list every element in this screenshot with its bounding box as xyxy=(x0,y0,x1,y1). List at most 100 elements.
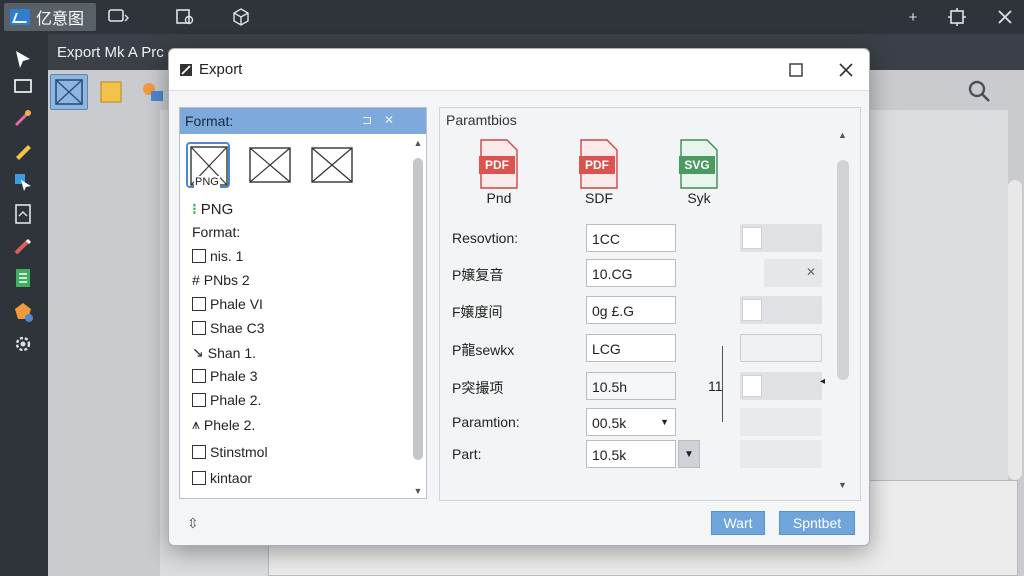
scroll-down-icon[interactable]: ▼ xyxy=(838,480,847,490)
format-option-svg[interactable]: SVG Syk xyxy=(674,138,724,206)
list-scroll-thumb[interactable] xyxy=(413,158,423,460)
side-number: 11 xyxy=(708,378,723,394)
pin-icon[interactable]: ⊐ xyxy=(362,113,372,127)
pencil-icon[interactable] xyxy=(10,138,36,162)
svg-thumbnail[interactable] xyxy=(310,142,354,188)
param-label-6: Paramtion: xyxy=(452,414,520,430)
svg-text:SVG: SVG xyxy=(684,158,709,172)
document-title: Export Mk A Prc xyxy=(57,44,164,61)
scroll-up-icon[interactable]: ▲ xyxy=(412,138,424,148)
options-icon[interactable]: ⇳ xyxy=(187,515,205,533)
list-item[interactable]: ⩚ Phele 2. xyxy=(192,416,255,433)
search-icon[interactable] xyxy=(966,78,992,104)
chat-icon[interactable] xyxy=(108,7,130,27)
item-icon xyxy=(192,297,206,311)
collapse-icon[interactable]: ✕ xyxy=(384,113,394,127)
settings-doc-icon[interactable] xyxy=(174,7,196,27)
sheet-icon[interactable] xyxy=(10,266,36,290)
document-icon[interactable] xyxy=(10,202,36,226)
resolution-label: Resovtion: xyxy=(452,230,519,246)
list-item[interactable]: ↘ Shan 1. xyxy=(192,344,256,361)
list-item[interactable]: Phale 2. xyxy=(192,392,261,408)
clear-field[interactable]: ✕ xyxy=(764,259,822,287)
toggle-switch[interactable] xyxy=(740,224,822,252)
list-item[interactable]: Shae C3 xyxy=(192,320,264,336)
item-icon xyxy=(192,369,206,383)
clear-icon[interactable]: ✕ xyxy=(806,265,816,279)
list-item[interactable]: kintaor xyxy=(192,470,252,486)
svg-text:PDF: PDF xyxy=(485,158,509,172)
chevron-down-icon[interactable]: ▼ xyxy=(678,440,700,468)
magic-wand-icon[interactable] xyxy=(10,106,36,130)
gear-icon[interactable] xyxy=(10,332,36,356)
param-label-5: P突撮项 xyxy=(452,380,504,396)
param-input-4[interactable]: LCG xyxy=(586,334,676,362)
arrow-icon: ↘ xyxy=(192,344,204,360)
list-item[interactable]: Phale VI xyxy=(192,296,263,312)
params-scrollbar[interactable]: ▲ ▼ xyxy=(836,130,850,490)
select-tool-icon[interactable] xyxy=(10,48,36,72)
arrow-left-icon: ◂ xyxy=(820,376,826,387)
hash-icon: # xyxy=(192,272,200,288)
params-scroll-thumb[interactable] xyxy=(837,160,849,380)
param-label-7: Part: xyxy=(452,446,482,462)
toggle-knob xyxy=(742,375,762,397)
toggle-switch[interactable] xyxy=(740,296,822,324)
param-dropdown-6[interactable]: 00.5k ▼ xyxy=(586,408,676,436)
add-icon[interactable]: + xyxy=(902,7,924,27)
extension-icon[interactable] xyxy=(946,7,968,27)
item-icon xyxy=(192,249,206,263)
rectangle-tool-icon[interactable] xyxy=(10,74,36,98)
list-scrollbar[interactable]: ▲ ▼ xyxy=(412,136,424,498)
app-name: 亿意图 xyxy=(36,9,85,28)
png-thumbnail[interactable]: PNG xyxy=(186,142,230,188)
list-item[interactable]: nis. 1 xyxy=(192,248,243,264)
app-tab[interactable]: 亿意图 xyxy=(4,3,96,31)
format-label: Syk xyxy=(687,190,711,206)
maximize-button[interactable] xyxy=(785,59,807,81)
left-tool-rail xyxy=(0,34,48,576)
param-input-2[interactable]: 10.CG xyxy=(586,259,676,287)
shape-add-icon[interactable] xyxy=(10,300,36,324)
note-tool-button[interactable] xyxy=(92,74,130,110)
wait-button[interactable]: Wart xyxy=(711,511,765,535)
param-input-7[interactable]: 10.5k xyxy=(586,440,676,468)
param-input-5[interactable]: 10.5h xyxy=(586,372,676,400)
jpg-thumbnail[interactable] xyxy=(248,142,292,188)
close-window-icon[interactable] xyxy=(994,7,1016,27)
disabled-field xyxy=(740,408,822,436)
disabled-field xyxy=(740,440,822,468)
scroll-down-icon[interactable]: ▼ xyxy=(412,486,424,496)
toggle-switch[interactable] xyxy=(740,372,822,400)
shape-toolbar xyxy=(50,74,172,110)
cube-icon[interactable] xyxy=(230,7,252,27)
blank-field[interactable] xyxy=(740,334,822,362)
dialog-header: Export xyxy=(169,49,869,91)
export-icon xyxy=(180,64,192,76)
list-item[interactable]: # PNbs 2 xyxy=(192,272,250,288)
close-button[interactable] xyxy=(835,59,857,81)
list-item[interactable]: Phale 3 xyxy=(192,368,257,384)
library-tool-button[interactable] xyxy=(134,74,172,110)
submit-button[interactable]: Spntbet xyxy=(779,511,855,535)
brush-icon[interactable] xyxy=(10,234,36,258)
canvas-scrollbar[interactable] xyxy=(1008,180,1022,480)
shape-tool-button[interactable] xyxy=(50,74,88,110)
list-item[interactable]: Stinstmol xyxy=(192,444,268,460)
format-option-pdf[interactable]: PDF Pnd xyxy=(474,138,524,206)
resolution-input[interactable]: 1CC xyxy=(586,224,676,252)
format-list-header: Format: ⊐ ✕ xyxy=(180,108,426,134)
param-label-4: P龍sewkx xyxy=(452,342,515,358)
format-option-sdf[interactable]: PDF SDF xyxy=(574,138,624,206)
app-titlebar: 亿意图 + xyxy=(0,0,1024,34)
bracket-line xyxy=(722,346,723,422)
param-input-3[interactable]: 0g £.G xyxy=(586,296,676,324)
format-list-panel: Format: ⊐ ✕ PNG ⁝ PNG Format: nis. 1 # PNb… xyxy=(179,107,427,499)
format-thumbnails: PNG xyxy=(186,142,354,188)
item-icon xyxy=(192,471,206,485)
scroll-up-icon[interactable]: ▲ xyxy=(838,130,847,140)
pointer-icon[interactable] xyxy=(10,170,36,194)
format-label: SDF xyxy=(585,190,613,206)
svg-text:PDF: PDF xyxy=(585,158,609,172)
format-header-label: Format: xyxy=(185,113,234,129)
